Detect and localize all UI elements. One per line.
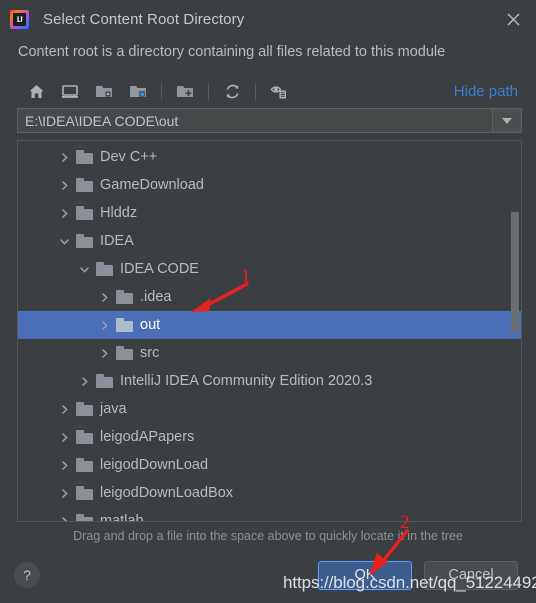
help-button[interactable]: ? bbox=[14, 562, 40, 588]
toolbar-separator bbox=[161, 82, 162, 100]
chevron-right-icon[interactable] bbox=[56, 205, 72, 221]
folder-project-icon bbox=[130, 86, 146, 97]
tree-row-label: java bbox=[100, 401, 127, 417]
toolbar-separator bbox=[208, 82, 209, 100]
tree-row-label: IntelliJ IDEA Community Edition 2020.3 bbox=[120, 373, 373, 389]
tree-row-label: Dev C++ bbox=[100, 149, 158, 165]
tree-row-label: leigodAPapers bbox=[100, 429, 195, 445]
intellij-idea-logo-icon: IJ bbox=[10, 9, 29, 29]
chevron-right-icon[interactable] bbox=[56, 177, 72, 193]
chevron-right-icon[interactable] bbox=[96, 345, 112, 361]
close-icon bbox=[507, 13, 519, 25]
folder-icon bbox=[76, 402, 93, 416]
folder-icon bbox=[76, 150, 93, 164]
tree-row[interactable]: matlab bbox=[18, 507, 521, 522]
new-folder-icon bbox=[177, 86, 193, 97]
chevron-right-icon[interactable] bbox=[56, 513, 72, 521]
tree-row[interactable]: Dev C++ bbox=[18, 143, 521, 171]
cancel-button[interactable]: Cancel bbox=[424, 560, 518, 590]
new-folder-button[interactable] bbox=[171, 78, 199, 104]
drag-drop-hint: Drag and drop a file into the space abov… bbox=[73, 529, 463, 543]
close-button[interactable] bbox=[490, 0, 536, 38]
tree-row-label: IDEA bbox=[100, 233, 134, 249]
tree-row-label: out bbox=[140, 317, 161, 333]
scrollbar-thumb[interactable] bbox=[511, 212, 519, 332]
tree-row[interactable]: GameDownload bbox=[18, 171, 521, 199]
folder-icon bbox=[116, 318, 133, 332]
chevron-right-icon[interactable] bbox=[96, 317, 112, 333]
tree-row[interactable]: IDEA bbox=[18, 227, 521, 255]
tree-row[interactable]: .idea bbox=[18, 283, 521, 311]
directory-tree[interactable]: Dev C++ GameDownload Hlddz IDEA IDEA CODE .id… bbox=[18, 141, 521, 521]
desktop-icon bbox=[62, 84, 78, 98]
tree-row[interactable]: leigodDownLoad bbox=[18, 451, 521, 479]
tree-row[interactable]: IDEA CODE bbox=[18, 255, 521, 283]
navigation-toolbar: Hide path bbox=[0, 74, 536, 108]
module-directory-button[interactable] bbox=[90, 78, 118, 104]
dialog-subtitle: Content root is a directory containing a… bbox=[18, 44, 446, 60]
refresh-icon bbox=[226, 84, 238, 98]
folder-icon bbox=[76, 206, 93, 220]
chevron-right-icon[interactable] bbox=[96, 289, 112, 305]
dialog-footer: ? OK Cancel bbox=[0, 547, 536, 603]
tree-row-label: IDEA CODE bbox=[120, 261, 199, 277]
tree-row-label: matlab bbox=[100, 513, 144, 522]
tree-row[interactable]: leigodAPapers bbox=[18, 423, 521, 451]
folder-icon bbox=[76, 430, 93, 444]
chevron-down-icon bbox=[502, 117, 512, 124]
folder-icon bbox=[76, 234, 93, 248]
show-hidden-files-button[interactable] bbox=[265, 78, 293, 104]
chevron-right-icon[interactable] bbox=[56, 429, 72, 445]
tree-row[interactable]: IntelliJ IDEA Community Edition 2020.3 bbox=[18, 367, 521, 395]
home-icon bbox=[29, 84, 43, 98]
tree-row-label: leigodDownLoadBox bbox=[100, 485, 234, 501]
chevron-down-icon[interactable] bbox=[76, 261, 92, 277]
tree-row[interactable]: java bbox=[18, 395, 521, 423]
folder-icon bbox=[116, 346, 133, 360]
tree-row-label: .idea bbox=[140, 289, 172, 305]
path-input[interactable]: E:\IDEA\IDEA CODE\out bbox=[17, 108, 492, 133]
title-bar: IJ Select Content Root Directory bbox=[0, 0, 536, 38]
toolbar-separator bbox=[255, 82, 256, 100]
tree-row-label: Hlddz bbox=[100, 205, 138, 221]
path-row: E:\IDEA\IDEA CODE\out bbox=[0, 108, 536, 133]
chevron-right-icon[interactable] bbox=[56, 149, 72, 165]
tree-vertical-scrollbar[interactable] bbox=[509, 142, 520, 520]
ok-button[interactable]: OK bbox=[318, 560, 412, 590]
folder-icon bbox=[76, 486, 93, 500]
folder-icon bbox=[96, 262, 113, 276]
folder-icon bbox=[96, 374, 113, 388]
folder-icon bbox=[76, 178, 93, 192]
tree-row[interactable]: out bbox=[18, 311, 521, 339]
tree-row-label: src bbox=[140, 345, 160, 361]
chevron-down-icon[interactable] bbox=[56, 233, 72, 249]
directory-tree-panel: Dev C++ GameDownload Hlddz IDEA IDEA CODE .id… bbox=[17, 140, 522, 522]
select-content-root-dialog: IJ Select Content Root Directory Content… bbox=[0, 0, 536, 603]
show-hidden-files-icon bbox=[270, 85, 286, 98]
folder-icon bbox=[76, 514, 93, 521]
chevron-right-icon[interactable] bbox=[56, 485, 72, 501]
project-directory-button[interactable] bbox=[124, 78, 152, 104]
tree-row-label: leigodDownLoad bbox=[100, 457, 209, 473]
tree-row-label: GameDownload bbox=[100, 177, 204, 193]
folder-icon bbox=[116, 290, 133, 304]
chevron-right-icon[interactable] bbox=[76, 373, 92, 389]
chevron-right-icon[interactable] bbox=[56, 401, 72, 417]
tree-row[interactable]: Hlddz bbox=[18, 199, 521, 227]
tree-row[interactable]: src bbox=[18, 339, 521, 367]
window-title: Select Content Root Directory bbox=[43, 10, 245, 28]
path-dropdown-button[interactable] bbox=[492, 108, 522, 133]
hide-path-link[interactable]: Hide path bbox=[454, 83, 522, 100]
folder-icon bbox=[76, 458, 93, 472]
chevron-right-icon[interactable] bbox=[56, 457, 72, 473]
desktop-button[interactable] bbox=[56, 78, 84, 104]
tree-row[interactable]: leigodDownLoadBox bbox=[18, 479, 521, 507]
home-button[interactable] bbox=[22, 78, 50, 104]
refresh-button[interactable] bbox=[218, 78, 246, 104]
folder-module-icon bbox=[96, 86, 112, 97]
